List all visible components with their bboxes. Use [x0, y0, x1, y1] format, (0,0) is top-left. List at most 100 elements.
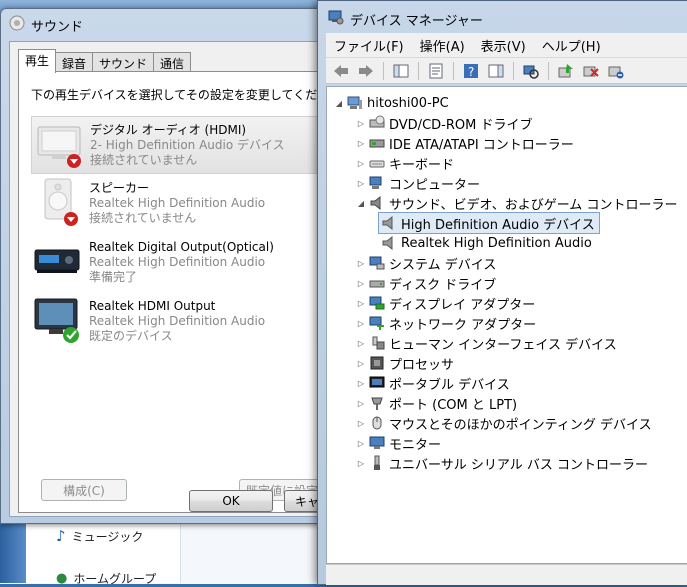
- tree-category-keyboard[interactable]: ▷ キーボード: [355, 153, 454, 173]
- expand-arrow-icon[interactable]: ▷: [355, 419, 367, 428]
- devmgr-titlebar[interactable]: デバイス マネージャー: [328, 9, 483, 29]
- expand-arrow-icon[interactable]: ▷: [355, 279, 367, 288]
- playback-instruction: 下の再生デバイスを選択してその設定を変更してください:: [31, 88, 346, 102]
- tree-category-processor[interactable]: ▷ プロセッサ: [355, 353, 454, 373]
- tree-root-label: hitoshi00-PC: [367, 95, 449, 111]
- homegroup-icon: ●: [56, 571, 68, 586]
- tree-category-label: マウスとそのほかのポインティング デバイス: [389, 417, 652, 433]
- tree-category-mouse[interactable]: ▷ マウスとそのほかのポインティング デバイス: [355, 413, 652, 433]
- disable-device-icon[interactable]: [605, 60, 627, 82]
- tree-category-label: ポート (COM と LPT): [389, 397, 518, 413]
- device-item-hdmi-output[interactable]: Realtek HDMI Output Realtek High Definit…: [31, 293, 326, 349]
- menu-help[interactable]: ヘルプ(H): [534, 36, 609, 55]
- show-hide-console-tree-icon[interactable]: [390, 60, 412, 82]
- tree-category-ports[interactable]: ▷ ポート (COM と LPT): [355, 393, 517, 413]
- collapse-arrow-icon[interactable]: ◢: [333, 99, 345, 108]
- sound-speaker-icon: [9, 15, 25, 35]
- expand-arrow-icon[interactable]: ▷: [355, 339, 367, 348]
- expand-arrow-icon[interactable]: ▷: [355, 179, 367, 188]
- expand-arrow-icon[interactable]: ▷: [355, 359, 367, 368]
- tree-category-disk[interactable]: ▷ ディスク ドライブ: [355, 273, 496, 293]
- nav-item-homegroup[interactable]: ● ホームグループ: [56, 570, 156, 587]
- expand-arrow-icon[interactable]: ▷: [355, 459, 367, 468]
- portable-device-icon: [369, 375, 385, 391]
- sound-dialog-title: サウンド: [31, 19, 84, 35]
- properties-icon[interactable]: [425, 60, 447, 82]
- expand-arrow-icon[interactable]: ▷: [355, 439, 367, 448]
- tree-category-label: プロセッサ: [389, 357, 455, 373]
- devmgr-toolbar: ?: [326, 58, 687, 84]
- expand-arrow-icon[interactable]: ▷: [355, 379, 367, 388]
- tree-category-monitor[interactable]: ▷ モニター: [355, 433, 441, 453]
- tab-playback[interactable]: 再生: [18, 49, 57, 73]
- sound-dialog-titlebar[interactable]: サウンド: [9, 15, 83, 35]
- collapse-arrow-icon[interactable]: ◢: [355, 199, 367, 208]
- tab-sounds[interactable]: サウンド: [92, 52, 155, 73]
- tree-category-label: ユニバーサル シリアル バス コントローラー: [389, 457, 649, 473]
- mouse-icon: [369, 415, 385, 431]
- tree-root-computer[interactable]: ◢ hitoshi00-PC: [333, 93, 449, 113]
- help-icon[interactable]: ?: [460, 60, 482, 82]
- scan-hardware-icon[interactable]: [520, 60, 542, 82]
- expand-arrow-icon[interactable]: ▷: [355, 399, 367, 408]
- back-icon[interactable]: [330, 60, 352, 82]
- device-item-digital-optical[interactable]: Realtek Digital Output(Optical) Realtek …: [31, 234, 326, 290]
- tree-category-label: IDE ATA/ATAPI コントローラー: [389, 137, 574, 153]
- update-driver-icon[interactable]: [555, 60, 577, 82]
- tree-category-usb[interactable]: ▷ ユニバーサル シリアル バス コントローラー: [355, 453, 648, 473]
- device-driver: 2- High Definition Audio デバイス: [90, 138, 285, 152]
- tree-category-label: モニター: [389, 437, 442, 453]
- device-name: デジタル オーディオ (HDMI): [90, 123, 247, 137]
- expand-arrow-icon[interactable]: ▷: [355, 299, 367, 308]
- menu-view[interactable]: 表示(V): [473, 36, 534, 55]
- toolbar-separator: [513, 61, 514, 80]
- expand-arrow-icon[interactable]: ▷: [355, 259, 367, 268]
- tab-recording[interactable]: 録音: [55, 52, 94, 73]
- devmgr-menubar: ファイル(F) 操作(A) 表示(V) ヘルプ(H): [326, 33, 687, 58]
- tree-category-ide[interactable]: ▷ IDE ATA/ATAPI コントローラー: [355, 133, 574, 153]
- action-pane-icon[interactable]: [485, 60, 507, 82]
- nav-item-music[interactable]: ♪ ミュージック: [56, 527, 143, 545]
- uninstall-icon[interactable]: [580, 60, 602, 82]
- tree-category-label: キーボード: [389, 157, 455, 173]
- ok-button[interactable]: OK: [189, 490, 273, 512]
- device-item-hdmi-digital[interactable]: デジタル オーディオ (HDMI) 2- High Definition Aud…: [31, 116, 328, 174]
- tree-device-label: Realtek High Definition Audio: [401, 235, 592, 251]
- tree-device-hd-audio[interactable]: High Definition Audio デバイス: [378, 212, 600, 234]
- tree-category-system[interactable]: ▷ システム デバイス: [355, 253, 496, 273]
- tree-category-label: ネットワーク アダプター: [389, 317, 537, 333]
- devmgr-statusbar: [326, 564, 687, 585]
- tree-category-dvd[interactable]: ▷ DVD/CD-ROM ドライブ: [355, 113, 532, 133]
- expand-arrow-icon[interactable]: ▷: [355, 159, 367, 168]
- tree-category-display[interactable]: ▷ ディスプレイ アダプター: [355, 293, 535, 313]
- toolbar-separator: [548, 61, 549, 80]
- tree-category-network[interactable]: ▷ ネットワーク アダプター: [355, 313, 536, 333]
- svg-text:?: ?: [468, 65, 474, 79]
- tree-device-realtek-audio[interactable]: Realtek High Definition Audio: [379, 233, 592, 253]
- device-name: Realtek HDMI Output: [89, 299, 216, 313]
- forward-icon[interactable]: [355, 60, 377, 82]
- device-manager-window: デバイス マネージャー ファイル(F) 操作(A) 表示(V) ヘルプ(H) ?…: [317, 0, 687, 585]
- hid-icon: [369, 335, 385, 351]
- tree-category-sound[interactable]: ◢ サウンド、ビデオ、およびゲーム コントローラー: [355, 193, 677, 213]
- configure-button[interactable]: 構成(C): [41, 479, 127, 501]
- device-item-speakers[interactable]: スピーカー Realtek High Definition Audio 接続され…: [31, 175, 326, 231]
- toolbar-separator: [453, 61, 454, 80]
- tree-category-label: ヒューマン インターフェイス デバイス: [389, 337, 617, 353]
- device-status: 準備完了: [89, 270, 138, 284]
- tab-communications[interactable]: 通信: [153, 52, 192, 73]
- device-status: 既定のデバイス: [89, 329, 173, 343]
- digital-receiver-icon: [31, 234, 89, 290]
- expand-arrow-icon[interactable]: ▷: [355, 139, 367, 148]
- expand-arrow-icon[interactable]: ▷: [355, 319, 367, 328]
- tree-category-label: コンピューター: [389, 177, 481, 193]
- tree-category-computer[interactable]: ▷ コンピューター: [355, 173, 480, 193]
- menu-action[interactable]: 操作(A): [412, 36, 473, 55]
- display-adapter-icon: [369, 295, 385, 311]
- device-tree: ◢ hitoshi00-PC ▷ DVD/CD-ROM ドライブ ▷ IDE A…: [326, 86, 687, 564]
- expand-arrow-icon[interactable]: ▷: [355, 119, 367, 128]
- device-name: スピーカー: [89, 181, 150, 195]
- tree-category-portable[interactable]: ▷ ポータブル デバイス: [355, 373, 510, 393]
- tree-category-hid[interactable]: ▷ ヒューマン インターフェイス デバイス: [355, 333, 617, 353]
- menu-file[interactable]: ファイル(F): [326, 36, 412, 55]
